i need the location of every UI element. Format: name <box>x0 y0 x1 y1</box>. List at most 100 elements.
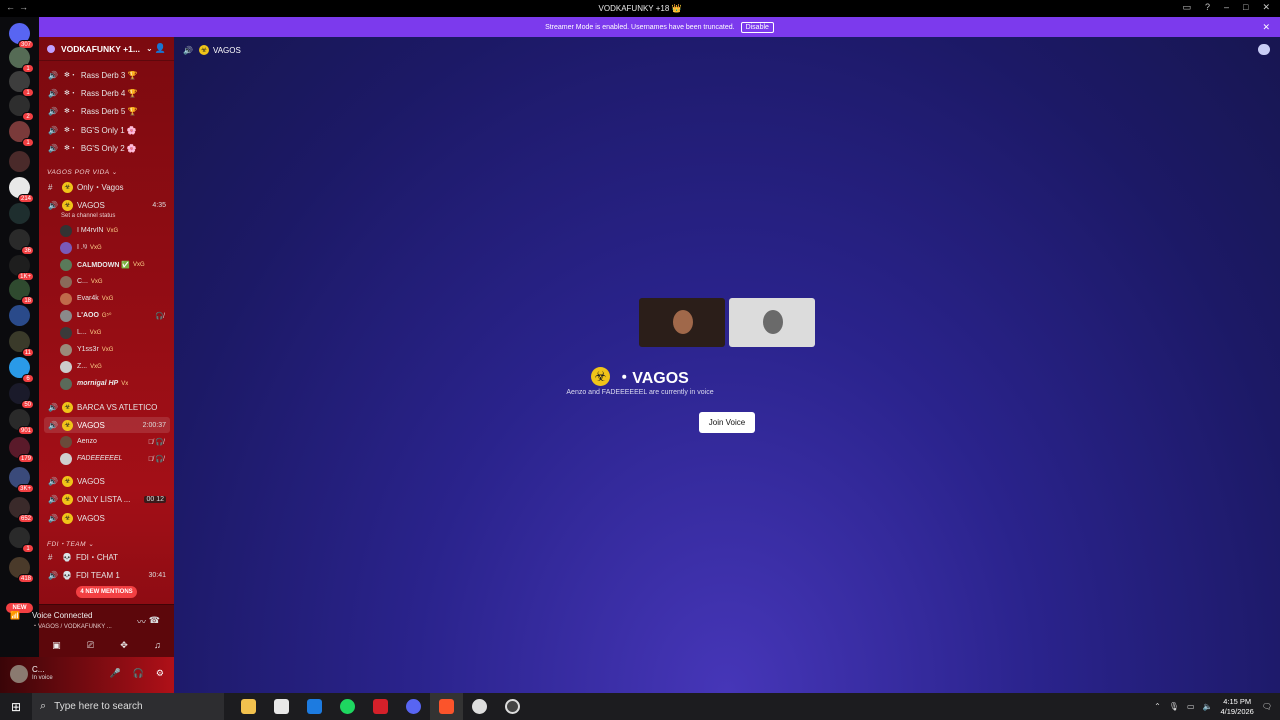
voice-channel-active[interactable]: 🔊 ☣ VAGOS 2:00:37 <box>44 417 170 433</box>
voice-channel[interactable]: 🔊 ✻・ Rass Derb 3 🏆 <box>44 67 170 83</box>
voice-channel[interactable]: 🔊 ✻・ BG'S Only 1 🌸 <box>44 122 170 138</box>
disable-button[interactable]: Disable <box>740 21 774 33</box>
server-icon[interactable]: 652 <box>9 497 34 523</box>
category-header[interactable]: VAGOS POR VIDA ⌄ <box>47 168 118 176</box>
microphone-icon[interactable]: 🎙 <box>1169 702 1179 711</box>
network-icon[interactable]: ▭ <box>1187 702 1195 711</box>
voice-user[interactable]: L... VxG <box>60 325 166 340</box>
server-icon[interactable]: 1 <box>9 71 34 97</box>
disconnect-icon[interactable]: ☎ <box>149 615 160 626</box>
settings-gear-icon[interactable]: ⚙ <box>156 668 164 679</box>
file-explorer-icon[interactable] <box>232 693 265 720</box>
server-icon[interactable]: 1K+ <box>9 255 34 281</box>
maximize-button[interactable]: □ <box>1243 2 1248 13</box>
signal-icon[interactable]: 📶 <box>10 611 20 620</box>
voice-channel-title: ☣ ・VAGOS <box>0 364 1280 388</box>
avatar[interactable] <box>10 665 28 683</box>
mail-icon[interactable] <box>298 693 331 720</box>
voice-channel[interactable]: 🔊 ☣ ONLY LISTA ... 00 12 <box>44 491 170 507</box>
voice-user[interactable]: C... VxG <box>60 274 166 289</box>
server-icon[interactable]: 1 <box>9 527 34 553</box>
biohazard-icon: ☣ <box>62 199 73 211</box>
participant-tile[interactable] <box>639 298 725 347</box>
avatar <box>60 309 72 322</box>
voice-channel[interactable]: 🔊 ☣ VAGOS <box>44 510 170 526</box>
category-header[interactable]: FDI・TEAM ⌄ <box>47 538 94 548</box>
server-header[interactable]: VODKAFUNKY +1... ⌄ 👤 <box>39 37 174 61</box>
windows-start-icon[interactable]: ⊞ <box>0 693 32 720</box>
home-discord-icon[interactable]: 307 <box>9 23 34 49</box>
server-icon[interactable]: 901 <box>9 409 34 435</box>
app-icon[interactable] <box>463 693 496 720</box>
new-mentions-pill[interactable]: 4 NEW MENTIONS <box>76 586 137 598</box>
voice-channel[interactable]: 🔊 ✻・ Rass Derb 5 🏆 <box>44 103 170 119</box>
server-icon[interactable]: 1 <box>9 47 34 73</box>
join-voice-button[interactable]: Join Voice <box>699 412 755 433</box>
adobe-icon[interactable] <box>364 693 397 720</box>
voice-connected-label[interactable]: Voice Connected <box>32 611 93 620</box>
voice-connected-channel[interactable]: ・VAGOS / VODKAFUNKY ... <box>32 621 112 630</box>
server-icon[interactable]: 418 <box>9 557 34 583</box>
voice-user[interactable]: I .ᵗᵍ VxG <box>60 240 166 255</box>
voice-user[interactable]: Aenzo 🎙̸ 🎧̸ <box>60 434 166 449</box>
voice-channel[interactable]: 🔊 ☣ VAGOS 4:35 <box>44 197 170 213</box>
server-icon[interactable]: 214 <box>9 177 34 203</box>
speaker-icon: 🔊 <box>48 125 58 135</box>
server-icon[interactable]: 2 <box>9 95 34 121</box>
add-user-icon[interactable]: 👤 <box>155 43 166 54</box>
voice-channel[interactable]: 🔊 💀 FDI TEAM 1 30:41 <box>44 567 170 583</box>
chevron-up-icon[interactable]: ⌃ <box>1154 702 1161 711</box>
biohazard-icon: ☣ <box>62 419 73 431</box>
activities-icon[interactable]: ✥ <box>120 640 128 651</box>
server-icon[interactable]: 179 <box>9 437 34 463</box>
voice-user[interactable]: CALMDOWN ✅ VxG <box>60 257 166 272</box>
store-icon[interactable] <box>265 693 298 720</box>
server-icon[interactable]: 3K+ <box>9 467 34 493</box>
voice-user[interactable]: FADEEEEEEL 🎙̸ 🎧̸ <box>60 451 166 466</box>
discord-icon[interactable] <box>397 693 430 720</box>
channel-status[interactable]: Set a channel status <box>61 213 115 219</box>
server-icon[interactable] <box>9 151 30 172</box>
server-icon[interactable] <box>9 203 30 224</box>
soundboard-icon[interactable]: ♫ <box>154 640 161 650</box>
voice-channel[interactable]: 🔊 ☣ VAGOS <box>44 473 170 489</box>
back-forward-icons[interactable]: ←→ <box>6 2 32 12</box>
channel-sidebar: VODKAFUNKY +1... ⌄ 👤 🔊 ✻・ Rass Derb 3 🏆 🔊 ✻… <box>39 17 174 693</box>
biohazard-icon: ☣ <box>62 475 73 487</box>
voice-channel[interactable]: 🔊 ☣ BARCA VS ATLETICO <box>44 399 170 415</box>
server-icon[interactable] <box>9 305 30 326</box>
speaker-icon: 🔊 <box>48 494 58 504</box>
server-icon[interactable]: 18 <box>9 279 34 305</box>
inbox-icon[interactable]: ▭ <box>1182 2 1191 13</box>
screen-share-icon[interactable]: ⎚ <box>87 640 94 651</box>
app-icon[interactable] <box>496 693 529 720</box>
voice-channel[interactable]: 🔊 ✻・ Rass Derb 4 🏆 <box>44 85 170 101</box>
text-channel[interactable]: # 💀 FDI・CHAT <box>44 549 170 565</box>
brave-icon[interactable] <box>430 693 463 720</box>
avatar <box>60 452 72 465</box>
spotify-icon[interactable] <box>331 693 364 720</box>
server-icon[interactable]: 1 <box>9 121 34 147</box>
text-channel[interactable]: # ☣ Only・Vagos <box>44 179 170 195</box>
server-icon[interactable]: 11 <box>9 331 34 357</box>
help-icon[interactable]: ? <box>1205 2 1210 13</box>
chat-icon[interactable] <box>1258 44 1270 55</box>
participant-tile[interactable] <box>729 298 815 347</box>
voice-user[interactable]: Evar4k VxG <box>60 291 166 306</box>
noise-suppression-icon[interactable]: 〰 <box>137 615 146 628</box>
close-icon[interactable]: ✕ <box>1262 22 1270 33</box>
taskbar-search[interactable]: ⌕ Type here to search <box>32 693 224 720</box>
server-icon[interactable]: 36 <box>9 229 34 255</box>
voice-user[interactable]: I M4rvIN VxG <box>60 223 166 238</box>
clock[interactable]: 4:15 PM 4/19/2026 <box>1220 697 1253 717</box>
voice-channel[interactable]: 🔊 ✻・ BG'S Only 2 🌸 <box>44 140 170 156</box>
notifications-icon[interactable]: 🗨 <box>1262 702 1272 711</box>
voice-user[interactable]: L'AOO G⁵⁰ 🎧̸ <box>60 308 166 323</box>
voice-user[interactable]: Y1ss3r VxG <box>60 342 166 357</box>
headphones-icon[interactable]: 🎧 <box>133 668 144 679</box>
microphone-icon[interactable]: 🎤 <box>109 668 120 679</box>
volume-icon[interactable]: 🔈 <box>1203 702 1213 711</box>
minimize-button[interactable]: – <box>1224 2 1229 13</box>
camera-icon[interactable]: ▣ <box>52 640 61 651</box>
close-button[interactable]: ✕ <box>1262 2 1270 13</box>
